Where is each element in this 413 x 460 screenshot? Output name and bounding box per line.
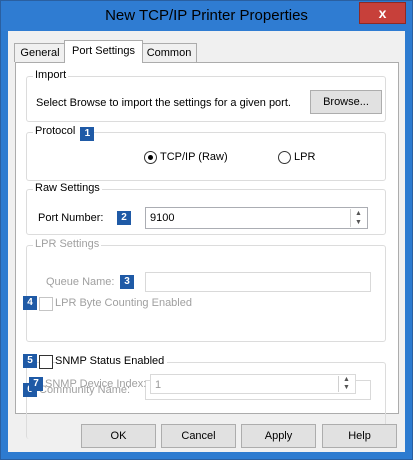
- tab-common[interactable]: Common: [141, 43, 197, 62]
- cancel-button[interactable]: Cancel: [161, 424, 236, 448]
- close-icon: x: [378, 5, 387, 21]
- tab-general[interactable]: General: [14, 43, 66, 62]
- port-settings-panel: Import Select Browse to import the setti…: [15, 62, 399, 439]
- import-group: Import Select Browse to import the setti…: [26, 69, 386, 122]
- badge-5: 5: [23, 354, 37, 368]
- lpr-byte-counting-label: LPR Byte Counting Enabled: [55, 297, 192, 309]
- snmp-status-label[interactable]: SNMP Status Enabled: [55, 355, 168, 367]
- port-number-input[interactable]: 9100 ▲ ▼: [145, 207, 368, 229]
- protocol-legend-label: Protocol: [35, 125, 76, 137]
- spin-up-icon[interactable]: ▲: [339, 376, 354, 384]
- queue-name-input[interactable]: [145, 272, 371, 292]
- import-description: Select Browse to import the settings for…: [36, 97, 291, 109]
- dialog-window: New TCP/IP Printer Properties x General …: [0, 0, 413, 460]
- lpr-label[interactable]: LPR: [294, 151, 315, 163]
- spin-down-icon[interactable]: ▼: [339, 384, 354, 392]
- badge-4: 4: [23, 296, 37, 310]
- lpr-radio[interactable]: [278, 151, 291, 164]
- badge-7: 7: [29, 377, 43, 391]
- tcpip-raw-radio[interactable]: [144, 151, 157, 164]
- protocol-group: Protocol 1 TCP/IP (Raw) LPR: [26, 125, 386, 181]
- snmp-device-index-label: SNMP Device Index:: [45, 378, 147, 390]
- dialog-client: General Port Settings Common Import Sele…: [8, 31, 405, 452]
- title-bar[interactable]: New TCP/IP Printer Properties x: [1, 1, 412, 31]
- lpr-settings-group: LPR Settings Queue Name: 3 4 LPR Byte Co…: [23, 238, 386, 342]
- radio-selected-dot: [148, 155, 153, 160]
- browse-button[interactable]: Browse...: [310, 90, 382, 114]
- raw-settings-legend: Raw Settings: [33, 182, 102, 194]
- import-legend: Import: [33, 69, 69, 81]
- lpr-byte-counting-checkbox[interactable]: [39, 297, 53, 311]
- port-number-spinner[interactable]: ▲ ▼: [350, 209, 366, 227]
- apply-button[interactable]: Apply: [241, 424, 316, 448]
- port-number-label: Port Number:: [38, 212, 104, 224]
- snmp-status-checkbox[interactable]: [39, 355, 53, 369]
- tab-port-settings[interactable]: Port Settings: [64, 40, 143, 63]
- help-button[interactable]: Help: [322, 424, 397, 448]
- tcpip-raw-label[interactable]: TCP/IP (Raw): [160, 151, 228, 163]
- badge-1: 1: [80, 127, 95, 141]
- snmp-device-index-spinner[interactable]: ▲ ▼: [338, 376, 354, 392]
- badge-2: 2: [117, 211, 131, 225]
- lpr-settings-legend: LPR Settings: [33, 238, 102, 250]
- queue-name-label: Queue Name:: [46, 276, 115, 288]
- raw-settings-group: Raw Settings Port Number: 2 9100 ▲ ▼: [26, 182, 386, 235]
- ok-button[interactable]: OK: [81, 424, 156, 448]
- snmp-device-index-input[interactable]: 1 ▲ ▼: [150, 374, 356, 394]
- close-button[interactable]: x: [359, 2, 406, 24]
- spin-up-icon[interactable]: ▲: [351, 209, 366, 218]
- window-title: New TCP/IP Printer Properties: [105, 7, 308, 24]
- snmp-device-index-value: 1: [155, 379, 162, 391]
- spin-down-icon[interactable]: ▼: [351, 218, 366, 227]
- badge-3: 3: [120, 275, 134, 289]
- port-number-value: 9100: [150, 212, 175, 224]
- protocol-legend: Protocol 1: [33, 125, 95, 141]
